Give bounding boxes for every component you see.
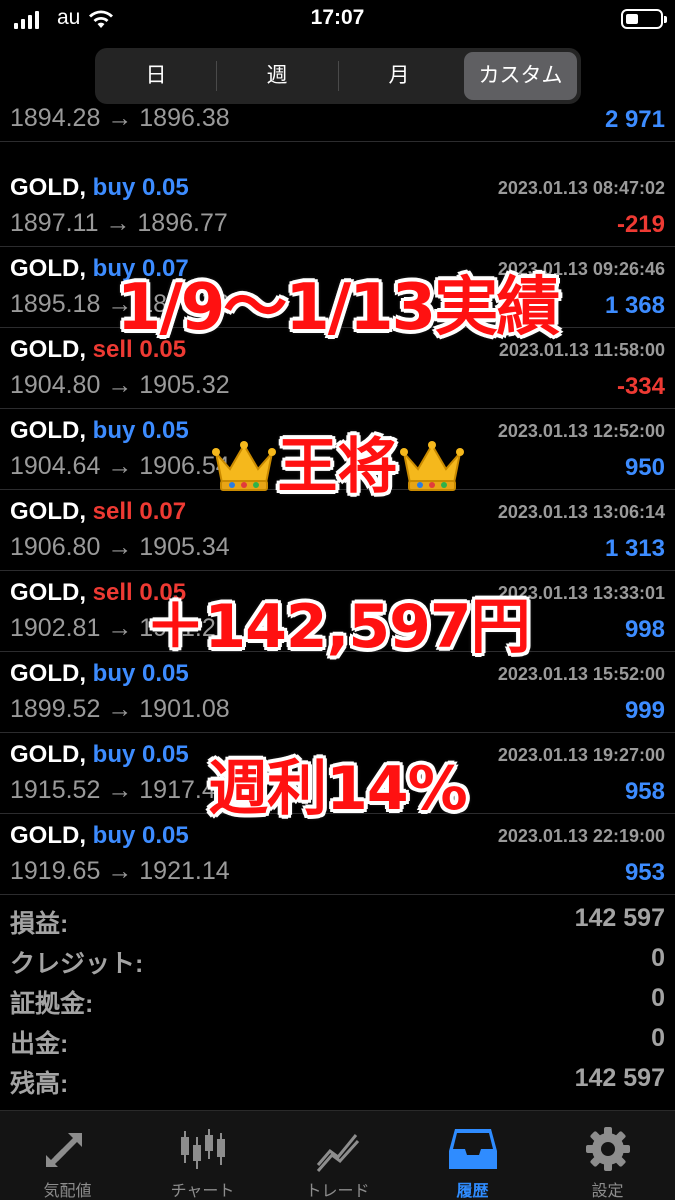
trade-prices: 1919.65 → 1921.14 xyxy=(10,857,230,885)
trade-profit: 2 971 xyxy=(604,106,665,133)
trade-profit: 953 xyxy=(624,859,665,886)
tab-label: 履歴 xyxy=(456,1183,489,1200)
overlay-profit-amount: ＋142,597円 xyxy=(145,592,530,662)
summary-value: 142 597 xyxy=(574,1064,665,1092)
status-bar: au 17:07 xyxy=(0,0,675,40)
clock: 17:07 xyxy=(310,6,365,29)
summary-row-deposit: 証拠金: 0 xyxy=(0,982,675,1022)
trade-prices: 1906.80 → 1905.34 xyxy=(10,533,230,561)
tab-history[interactable]: 履歴 xyxy=(405,1111,540,1200)
trade-profit: -334 xyxy=(616,373,665,400)
tab-settings[interactable]: 設定 xyxy=(540,1111,675,1200)
period-tab-day[interactable]: 日 xyxy=(99,52,213,100)
period-tab-custom[interactable]: カスタム xyxy=(464,52,577,100)
summary-row-balance: 残高: 142 597 xyxy=(0,1062,675,1102)
tab-label: トレード xyxy=(305,1183,370,1200)
overlay-period-caption: 1/9〜1/13実績 xyxy=(116,271,560,345)
overlay-weekly-return: 週利14% xyxy=(208,754,468,824)
summary-value: 0 xyxy=(651,944,665,972)
period-tab-month[interactable]: 月 xyxy=(341,52,457,100)
tab-label: チャート xyxy=(170,1183,235,1200)
summary-row-profit: 損益: 142 597 xyxy=(0,902,675,942)
overlay-title: 王将 xyxy=(277,432,398,502)
crown-icon xyxy=(399,438,464,492)
summary-value: 0 xyxy=(651,984,665,1012)
crown-icon xyxy=(211,438,276,492)
inbox-icon xyxy=(447,1125,499,1173)
trade-prices: 1897.11 → 1896.77 xyxy=(10,209,228,237)
trade-row[interactable]: GOLD, buy 0.05 2023.01.13 08:47:02 1897.… xyxy=(0,166,675,247)
bottom-tab-bar: 気配値 チャート トレード 履歴 設定 xyxy=(0,1110,675,1200)
trade-symbol: GOLD, xyxy=(10,174,86,201)
summary-value: 0 xyxy=(651,1024,665,1052)
summary-label: クレジット: xyxy=(10,950,144,978)
trade-date: 2023.01.13 22:19:00 xyxy=(497,826,665,846)
summary-value: 142 597 xyxy=(574,904,665,932)
trade-profit: 1 313 xyxy=(604,535,665,562)
trend-icon xyxy=(312,1125,364,1173)
trade-lot: 0.05 xyxy=(142,174,189,201)
tab-label: 設定 xyxy=(591,1183,624,1200)
trade-side: buy xyxy=(92,174,136,201)
arrows-icon xyxy=(42,1125,94,1173)
summary-row-credit: クレジット: 0 xyxy=(0,942,675,982)
period-tab-week[interactable]: 週 xyxy=(219,52,335,100)
tab-chart[interactable]: チャート xyxy=(135,1111,270,1200)
battery-icon xyxy=(621,9,667,29)
trade-prices: 1899.52 → 1901.08 xyxy=(10,695,230,723)
trade-date: 2023.01.13 08:47:02 xyxy=(497,178,665,198)
period-segmented-control: 日 週 月 カスタム xyxy=(95,48,581,104)
tab-trade[interactable]: トレード xyxy=(270,1111,405,1200)
trade-profit: 999 xyxy=(624,697,665,724)
segment-divider xyxy=(216,61,217,91)
trade-profit: -219 xyxy=(616,211,665,238)
summary-label: 出金: xyxy=(10,1030,69,1058)
overlay-title-row: 王将 xyxy=(0,418,675,505)
trade-date: 2023.01.13 15:52:00 xyxy=(497,664,665,684)
trade-date: 2023.01.13 13:06:14 xyxy=(497,502,665,522)
trade-row[interactable]: 1894.28 → 1896.38 2 971 xyxy=(0,105,675,142)
candlestick-icon xyxy=(177,1125,229,1173)
summary-row-withdrawal: 出金: 0 xyxy=(0,1022,675,1062)
tab-label: 気配値 xyxy=(43,1183,92,1200)
segment-divider xyxy=(338,61,339,91)
gear-icon xyxy=(582,1125,634,1173)
trade-prices: 1904.80 → 1905.32 xyxy=(10,371,230,399)
trade-prices: 1894.28 → 1896.38 xyxy=(10,105,230,132)
tab-quotes[interactable]: 気配値 xyxy=(0,1111,135,1200)
summary-label: 証拠金: xyxy=(10,990,94,1018)
summary-label: 残高: xyxy=(10,1070,69,1098)
summary-label: 損益: xyxy=(10,910,69,938)
